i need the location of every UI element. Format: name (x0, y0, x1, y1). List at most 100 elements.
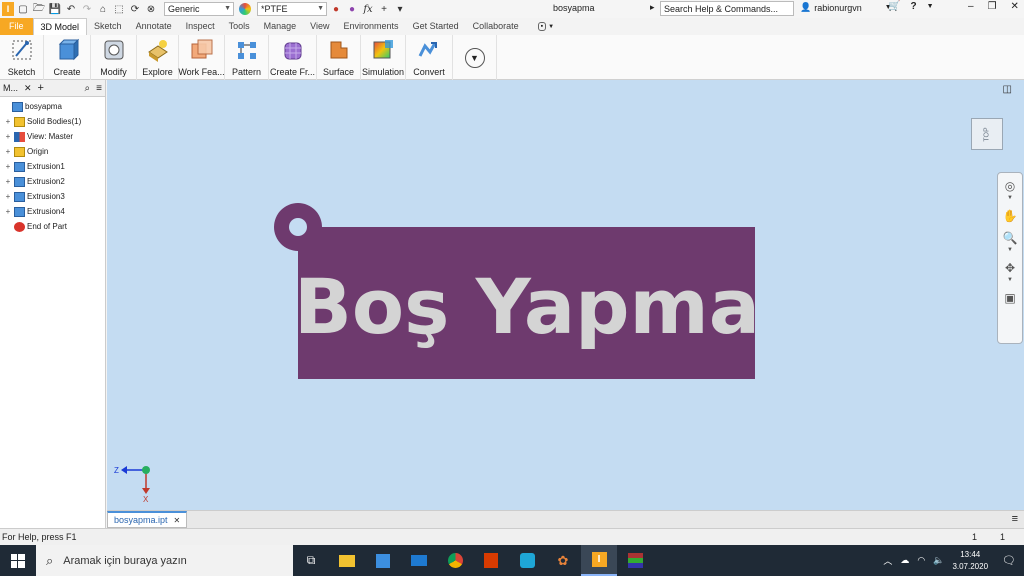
redo-icon[interactable]: ↷ (80, 2, 94, 16)
minimize-icon[interactable]: – (968, 1, 974, 12)
look-at-icon[interactable]: ▣ (1004, 291, 1015, 305)
close-icon[interactable]: ✕ (174, 516, 181, 525)
tree-item[interactable]: + View: Master (0, 129, 105, 144)
tree-item[interactable]: + Extrusion3 (0, 189, 105, 204)
chevron-down-icon[interactable]: ▼ (927, 3, 934, 10)
tab-inspect[interactable]: Inspect (179, 18, 222, 35)
open-folder-icon[interactable]: 🗁 (32, 2, 46, 16)
undo-icon[interactable]: ↶ (64, 2, 78, 16)
tab-view[interactable]: View (303, 18, 336, 35)
view-cube[interactable]: TOP (971, 118, 1003, 150)
work-features-button[interactable]: Work Fea... (178, 35, 225, 80)
create-freeform-button[interactable]: Create Fr... (269, 35, 317, 80)
tree-item[interactable]: + Extrusion1 (0, 159, 105, 174)
tab-tools[interactable]: Tools (222, 18, 257, 35)
help-search-input[interactable]: Search Help & Commands... (660, 1, 794, 16)
explore-button[interactable]: Explore (137, 35, 179, 80)
chevron-down-icon[interactable]: ▼ (1007, 247, 1013, 253)
tree-item[interactable]: + Extrusion2 (0, 174, 105, 189)
tab-annotate[interactable]: Annotate (129, 18, 179, 35)
tree-item[interactable]: + Solid Bodies(1) (0, 114, 105, 129)
pattern-button[interactable]: Pattern (225, 35, 269, 80)
tree-item[interactable]: bosyapma (0, 99, 105, 114)
appearance-override-icon[interactable]: ● (329, 2, 343, 16)
tree-item[interactable]: + Extrusion4 (0, 204, 105, 219)
wifi-icon[interactable]: ◠ (917, 555, 925, 566)
material-select[interactable]: *PTFE ▼ (257, 2, 327, 16)
create-button[interactable]: Create (44, 35, 91, 80)
home-icon[interactable]: ⌂ (96, 2, 110, 16)
clear-override-icon[interactable]: ⊗ (144, 2, 158, 16)
start-button[interactable] (0, 545, 36, 576)
expand-icon[interactable]: + (4, 207, 12, 216)
expand-icon[interactable]: + (4, 147, 12, 156)
surface-button[interactable]: Surface (317, 35, 361, 80)
expand-icon[interactable]: + (4, 117, 12, 126)
update-icon[interactable]: ⟳ (128, 2, 142, 16)
parameters-icon[interactable]: fx (361, 2, 375, 16)
menu-icon[interactable]: ≡ (96, 83, 102, 94)
tab-get-started[interactable]: Get Started (406, 18, 466, 35)
close-icon[interactable]: ✕ (24, 83, 32, 94)
office-icon[interactable] (473, 545, 509, 576)
close-icon[interactable]: ✕ (1011, 1, 1019, 12)
panel-options-menu[interactable]: ▪ ▼ (537, 22, 554, 31)
expand-icon[interactable]: + (4, 132, 12, 141)
cart-icon[interactable]: 🛒 (888, 1, 900, 12)
select-icon[interactable]: ⬚ (112, 2, 126, 16)
model-canvas[interactable]: Boş Yapma (107, 80, 1024, 510)
tab-file[interactable]: File (0, 18, 33, 35)
document-tab[interactable]: bosyapma.ipt ✕ (107, 511, 188, 528)
convert-button[interactable]: Convert (406, 35, 453, 80)
file-explorer-icon[interactable] (329, 545, 365, 576)
onedrive-icon[interactable]: ☁ (900, 555, 909, 566)
sketch-button[interactable]: Sketch (0, 35, 44, 80)
task-view-icon[interactable]: ⧉ (293, 545, 329, 576)
tab-manage[interactable]: Manage (257, 18, 304, 35)
modify-button[interactable]: Modify (91, 35, 137, 80)
pan-icon[interactable]: ✋ (1003, 209, 1018, 223)
taskbar-search-input[interactable]: ⌕ Aramak için buraya yazın (36, 545, 293, 576)
tab-collaborate[interactable]: Collaborate (466, 18, 526, 35)
full-screen-toggle-icon[interactable]: ◫ (1003, 84, 1012, 95)
adjust-icon[interactable]: ● (345, 2, 359, 16)
search-icon[interactable]: ⌕ (85, 83, 91, 94)
expand-icon[interactable]: ▸ (650, 2, 655, 13)
save-icon[interactable]: 💾 (48, 2, 62, 16)
keychain-part[interactable]: Boş Yapma (274, 203, 760, 379)
customize-icon[interactable]: ▾ (393, 2, 407, 16)
steering-wheel-icon[interactable]: ◎ (1005, 179, 1015, 193)
mail-icon[interactable] (401, 545, 437, 576)
clock[interactable]: 13:44 3.07.2020 (952, 549, 988, 573)
ribbon-more-button[interactable]: ▼ (453, 35, 497, 80)
new-file-icon[interactable]: ▢ (16, 2, 30, 16)
paw-app-icon[interactable]: ✿ (545, 545, 581, 576)
chevron-down-icon[interactable]: ▼ (1007, 277, 1013, 283)
appearance-select[interactable]: Generic ▼ (164, 2, 234, 16)
add-icon[interactable]: + (38, 82, 44, 94)
restore-icon[interactable]: ❐ (988, 1, 997, 12)
tab-menu-icon[interactable]: ≡ (1012, 513, 1018, 525)
add-icon[interactable]: + (377, 2, 391, 16)
expand-icon[interactable]: + (4, 162, 12, 171)
expand-icon[interactable]: + (4, 192, 12, 201)
tab-3d-model[interactable]: 3D Model (32, 18, 88, 35)
chrome-icon[interactable] (437, 545, 473, 576)
volume-icon[interactable]: 🔈 (933, 555, 944, 566)
tree-item[interactable]: + Origin (0, 144, 105, 159)
zoom-icon[interactable]: 🔍 (1003, 231, 1018, 245)
graphics-viewport[interactable]: Boş Yapma ◫ TOP ◎ ▼ ✋ 🔍 ▼ ✥ ▼ ▣ Z X (107, 80, 1024, 510)
expand-icon[interactable]: + (4, 177, 12, 186)
chevron-up-icon[interactable]: ︿ (883, 554, 892, 567)
ccleaner-icon[interactable] (509, 545, 545, 576)
app-icon[interactable]: I (2, 2, 14, 16)
help-icon[interactable]: ? (910, 1, 916, 12)
chevron-down-icon[interactable]: ▼ (1007, 195, 1013, 201)
inventor-icon[interactable]: I (581, 545, 617, 576)
winrar-icon[interactable] (617, 545, 653, 576)
orbit-icon[interactable]: ✥ (1005, 261, 1015, 275)
store-icon[interactable] (365, 545, 401, 576)
simulation-button[interactable]: Simulation (361, 35, 406, 80)
user-menu[interactable]: 👤 rabionurgvn ▼ (800, 2, 892, 13)
tab-environments[interactable]: Environments (337, 18, 406, 35)
